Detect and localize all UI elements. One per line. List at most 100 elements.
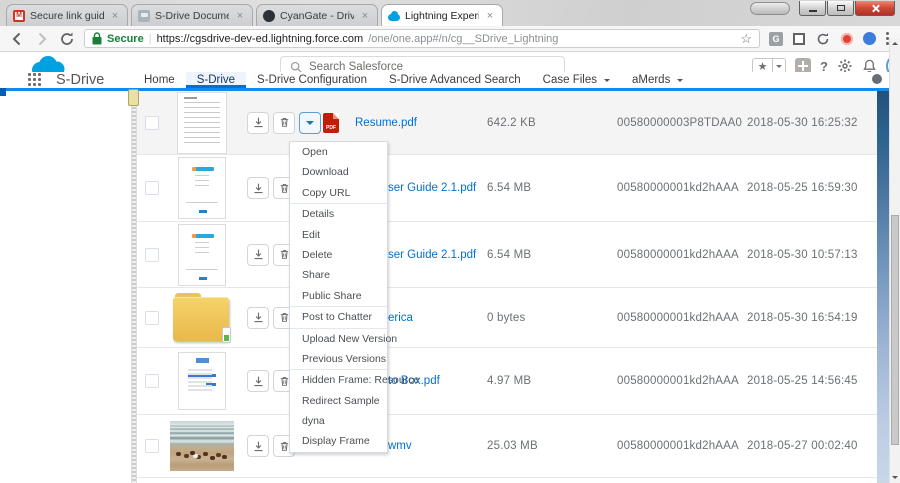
file-thumbnail [170,421,234,471]
file-date: 2018-05-30 10:57:13 [747,249,858,261]
menu-item-edit[interactable]: Edit [290,225,387,245]
browser-tab-secure-link-guide-bfene[interactable]: Secure link guide - bfene × [6,4,128,26]
menu-item-copy-url[interactable]: Copy URL [290,183,387,203]
tab-title: S-Drive Documentation | [155,10,229,22]
window-controls [750,1,895,16]
menu-item-delete[interactable]: Delete [290,245,387,265]
owner-id: 00580000001kd2hAAA [617,249,739,261]
file-thumbnail [170,92,234,154]
file-row: to Box.pdf 4.97 MB 00580000001kd2hAAA 20… [137,348,877,415]
tab-favicon-icon [13,10,25,22]
menu-item-post-to-chatter[interactable]: Post to Chatter [290,307,387,327]
file-date: 2018-05-25 16:59:30 [747,182,858,194]
file-row: ser Guide 2.1.pdf 6.54 MB 00580000001kd2… [137,222,877,288]
owner-id: 00580000001kd2hAAA [617,375,739,387]
download-button[interactable] [247,244,269,266]
menu-item-previous-versions[interactable]: Previous Versions [290,349,387,369]
row-checkbox[interactable] [145,374,159,388]
row-menu-button[interactable] [299,112,321,134]
menu-item-dyna[interactable]: dyna [290,411,387,431]
download-button[interactable] [247,177,269,199]
menu-item-redirect-sample[interactable]: Redirect Sample [290,391,387,411]
file-name-link[interactable]: Resume.pdf [355,117,417,129]
page-background-strip [877,91,889,483]
file-thumbnail [170,352,234,410]
nav-tab-amerds[interactable]: aMerds [621,72,694,88]
nav-tab-s-drive[interactable]: S-Drive [186,72,246,88]
owner-id: 00580000003P8TDAA0 [617,117,742,129]
owner-id: 00580000001kd2hAAA [617,440,739,452]
menu-item-display-frame[interactable]: Display Frame [290,431,387,451]
extension-g-icon[interactable]: G [769,32,783,46]
nav-tab-s-drive-advanced-search[interactable]: S-Drive Advanced Search [378,72,532,88]
menu-item-download[interactable]: Download [290,162,387,182]
back-icon[interactable] [9,31,25,47]
frame-border-corner [0,88,6,96]
file-name-link[interactable]: ser Guide 2.1.pdf [388,249,476,261]
bookmark-star-icon[interactable]: ☆ [740,32,752,45]
browser-scrollbar[interactable] [889,38,900,483]
scrollbar-thumb[interactable] [891,215,899,445]
reload-icon[interactable] [59,31,75,47]
download-button[interactable] [247,435,269,457]
file-thumbnail [170,224,234,286]
menu-item-share[interactable]: Share [290,265,387,285]
browser-tab-lightning-experience-sa[interactable]: Lightning Experience | Sa × [381,4,503,26]
menu-item-public-share[interactable]: Public Share [290,286,387,306]
file-size: 642.2 KB [487,117,536,129]
tab-favicon-icon [388,10,400,22]
browser-tab-cyangate-drive[interactable]: CyanGate - Drive × [256,4,378,26]
extension-square-icon[interactable] [793,33,805,45]
row-checkbox[interactable] [145,181,159,195]
menu-item-details[interactable]: Details [290,204,387,224]
download-button[interactable] [247,370,269,392]
address-bar: Secure | https://cgsdrive-dev-ed.lightni… [0,26,900,52]
menu-group: Upload New VersionPrevious Versions [290,328,387,370]
forward-icon[interactable] [34,31,50,47]
inner-scrollbar-track[interactable] [131,91,137,483]
row-checkbox[interactable] [145,116,159,130]
row-checkbox[interactable] [145,248,159,262]
tab-close-icon[interactable]: × [234,10,246,22]
inner-scrollbar-thumb[interactable] [128,89,139,106]
edit-nav-icon[interactable] [872,74,882,84]
delete-button[interactable] [273,112,295,134]
minimize-button[interactable] [799,1,826,16]
file-name-link[interactable]: ser Guide 2.1.pdf [388,182,476,194]
menu-item-hidden-frame-resource[interactable]: Hidden Frame: Resource [290,370,387,390]
salesforce-nav-bar: S-Drive Home S-Drive S-Drive Configurati… [0,72,889,88]
chevron-down-icon [604,79,610,85]
file-date: 2018-05-27 00:02:40 [747,440,858,452]
maximize-button[interactable] [827,1,854,16]
scroll-up-icon[interactable] [892,42,898,45]
tab-close-icon[interactable]: × [109,10,121,22]
sync-extension-icon[interactable] [815,31,831,47]
row-checkbox[interactable] [145,311,159,325]
row-checkbox[interactable] [145,439,159,453]
menu-item-upload-new-version[interactable]: Upload New Version [290,329,387,349]
download-button[interactable] [247,112,269,134]
tab-close-icon[interactable]: × [359,10,371,22]
record-extension-icon[interactable] [841,33,853,45]
blue-extension-icon[interactable] [863,32,876,45]
nav-tab-s-drive-configuration[interactable]: S-Drive Configuration [246,72,378,88]
browser-window: Secure link guide - bfene × S-Drive Docu… [0,0,900,483]
close-button[interactable] [855,1,895,16]
menu-item-open[interactable]: Open [290,142,387,162]
menu-group: Post to Chatter [290,306,387,327]
app-launcher-icon[interactable] [28,73,41,86]
search-icon [290,61,302,73]
url-path: /one/one.app#/n/cg__SDrive_Lightning [368,33,735,45]
partial-row [137,478,877,483]
file-name-link[interactable]: erica [388,312,413,324]
file-name-link[interactable]: wmv [388,440,412,452]
chrome-menu-icon[interactable] [886,32,889,35]
scroll-down-icon[interactable] [892,476,898,479]
download-button[interactable] [247,307,269,329]
file-size: 0 bytes [487,312,525,324]
tab-close-icon[interactable]: × [484,10,496,22]
url-field[interactable]: Secure | https://cgsdrive-dev-ed.lightni… [84,29,760,48]
nav-tab-case-files[interactable]: Case Files [532,72,621,88]
nav-tab-home[interactable]: Home [133,72,186,88]
browser-tab-s-drive-documentation[interactable]: S-Drive Documentation | × [131,4,253,26]
